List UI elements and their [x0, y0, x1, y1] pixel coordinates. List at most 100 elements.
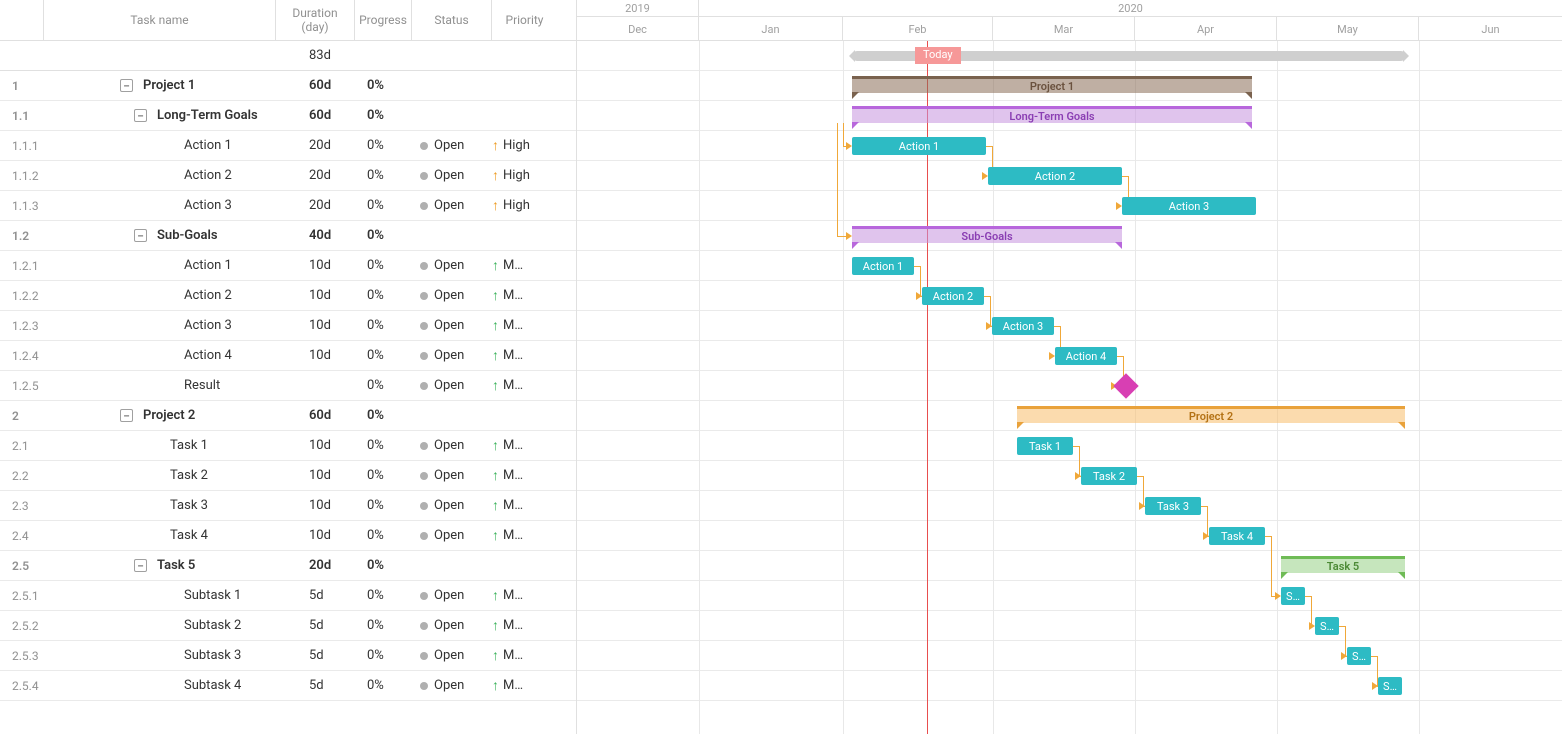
row-name[interactable]: Action 1	[44, 138, 276, 153]
task-row[interactable]: 1.2−Sub-Goals40d0%	[0, 221, 576, 251]
task-bar[interactable]: Action 2	[922, 287, 984, 305]
row-priority: ↑M…	[492, 527, 557, 544]
chart-area[interactable]: TodayProject 1Long-Term GoalsAction 1Act…	[577, 41, 1562, 734]
task-row[interactable]: 2.1Task 110d0%Open↑M…	[0, 431, 576, 461]
collapse-icon[interactable]: −	[120, 79, 133, 92]
group-bar[interactable]: Project 1	[852, 76, 1252, 93]
task-row[interactable]: 2−Project 260d0%	[0, 401, 576, 431]
collapse-icon[interactable]: −	[134, 229, 147, 242]
group-bar[interactable]: Project 2	[1017, 406, 1405, 423]
task-row[interactable]: 2.5.3Subtask 35d0%Open↑M…	[0, 641, 576, 671]
task-bar[interactable]: Action 1	[852, 137, 986, 155]
row-name[interactable]: Subtask 2	[44, 618, 276, 633]
task-bar[interactable]: S…	[1281, 587, 1305, 605]
task-bar[interactable]: Action 1	[852, 257, 914, 275]
chart-row-band	[577, 641, 1562, 671]
hdr-progress[interactable]: Progress	[355, 0, 412, 40]
status-text: Open	[434, 318, 464, 333]
row-name[interactable]: Action 2	[44, 288, 276, 303]
row-name[interactable]: Task 2	[44, 468, 276, 483]
row-name[interactable]: Action 1	[44, 258, 276, 273]
row-name[interactable]: Task 1	[44, 438, 276, 453]
task-row[interactable]: 1.1.2Action 220d0%Open↑High	[0, 161, 576, 191]
task-bar[interactable]: Action 3	[992, 317, 1054, 335]
task-row[interactable]: 1.2.3Action 310d0%Open↑M…	[0, 311, 576, 341]
row-id: 2.2	[0, 469, 44, 483]
row-name[interactable]: Subtask 4	[44, 678, 276, 693]
row-id: 1.1.1	[0, 139, 44, 153]
row-name[interactable]: Task 4	[44, 528, 276, 543]
task-row[interactable]: 2.3Task 310d0%Open↑M…	[0, 491, 576, 521]
task-row[interactable]: 1.1.1Action 120d0%Open↑High	[0, 131, 576, 161]
task-row[interactable]: 1.1−Long-Term Goals60d0%	[0, 101, 576, 131]
task-name-label: Action 2	[184, 168, 232, 183]
priority-text: M…	[503, 468, 523, 483]
summary-duration: 83d	[276, 48, 355, 63]
row-name[interactable]: −Project 2	[44, 408, 276, 423]
task-name-label: Subtask 1	[184, 588, 241, 603]
chart-row-band	[577, 281, 1562, 311]
row-name[interactable]: Task 3	[44, 498, 276, 513]
row-name[interactable]: −Project 1	[44, 78, 276, 93]
task-bar[interactable]: Task 4	[1209, 527, 1265, 545]
row-name[interactable]: Action 4	[44, 348, 276, 363]
task-bar[interactable]: Task 3	[1145, 497, 1201, 515]
task-name-label: Action 4	[184, 348, 232, 363]
collapse-icon[interactable]: −	[134, 559, 147, 572]
row-progress: 0%	[355, 498, 412, 513]
task-row[interactable]: 2.5.2Subtask 25d0%Open↑M…	[0, 611, 576, 641]
hdr-status[interactable]: Status	[412, 0, 492, 40]
task-row[interactable]: 1.2.4Action 410d0%Open↑M…	[0, 341, 576, 371]
task-row[interactable]: 1.2.1Action 110d0%Open↑M…	[0, 251, 576, 281]
hdr-duration[interactable]: Duration (day)	[276, 0, 355, 40]
row-name[interactable]: −Long-Term Goals	[44, 108, 276, 123]
group-bar[interactable]: Long-Term Goals	[852, 106, 1252, 123]
row-progress: 0%	[355, 588, 412, 603]
row-duration: 5d	[276, 678, 355, 693]
row-name[interactable]: −Task 5	[44, 558, 276, 573]
hdr-task-name[interactable]: Task name	[44, 0, 276, 40]
row-name[interactable]: Action 2	[44, 168, 276, 183]
task-bar[interactable]: S…	[1347, 647, 1371, 665]
task-bar[interactable]: Action 2	[988, 167, 1122, 185]
group-bar[interactable]: Sub-Goals	[852, 226, 1122, 243]
task-bar[interactable]: Action 3	[1122, 197, 1256, 215]
month-gridline	[1419, 41, 1420, 734]
status-text: Open	[434, 528, 464, 543]
task-bar[interactable]: Task 2	[1081, 467, 1137, 485]
task-row[interactable]: 1.1.3Action 320d0%Open↑High	[0, 191, 576, 221]
collapse-icon[interactable]: −	[120, 409, 133, 422]
task-bar[interactable]: S…	[1378, 677, 1402, 695]
row-name[interactable]: Result	[44, 378, 276, 393]
task-row[interactable]: 2.4Task 410d0%Open↑M…	[0, 521, 576, 551]
timeline[interactable]: 20192020 DecJanFebMarAprMayJun TodayProj…	[577, 0, 1562, 734]
hdr-priority[interactable]: Priority	[492, 0, 557, 40]
row-priority: ↑M…	[492, 497, 557, 514]
row-name[interactable]: Subtask 3	[44, 648, 276, 663]
task-row[interactable]: 1.2.5Result0%Open↑M…	[0, 371, 576, 401]
task-row[interactable]: 2.5.1Subtask 15d0%Open↑M…	[0, 581, 576, 611]
row-name[interactable]: Action 3	[44, 198, 276, 213]
row-name[interactable]: −Sub-Goals	[44, 228, 276, 243]
row-name[interactable]: Subtask 1	[44, 588, 276, 603]
month-cell: Apr	[1135, 17, 1277, 41]
priority-arrow-icon: ↑	[492, 347, 499, 364]
collapse-icon[interactable]: −	[134, 109, 147, 122]
row-progress: 0%	[355, 138, 412, 153]
priority-text: High	[503, 168, 530, 183]
row-id: 2.5.2	[0, 619, 44, 633]
month-gridline	[993, 41, 994, 734]
task-row[interactable]: 1.2.2Action 210d0%Open↑M…	[0, 281, 576, 311]
task-bar[interactable]: Task 1	[1017, 437, 1073, 455]
row-status: Open	[412, 618, 492, 633]
status-dot-icon	[420, 652, 428, 660]
task-bar[interactable]: Action 4	[1055, 347, 1117, 365]
task-row[interactable]: 1−Project 160d0%	[0, 71, 576, 101]
group-bar[interactable]: Task 5	[1281, 556, 1405, 573]
task-row[interactable]: 2.5.4Subtask 45d0%Open↑M…	[0, 671, 576, 701]
task-row[interactable]: 2.5−Task 520d0%	[0, 551, 576, 581]
task-row[interactable]: 2.2Task 210d0%Open↑M…	[0, 461, 576, 491]
task-bar[interactable]: S…	[1315, 617, 1339, 635]
row-name[interactable]: Action 3	[44, 318, 276, 333]
row-duration: 10d	[276, 468, 355, 483]
